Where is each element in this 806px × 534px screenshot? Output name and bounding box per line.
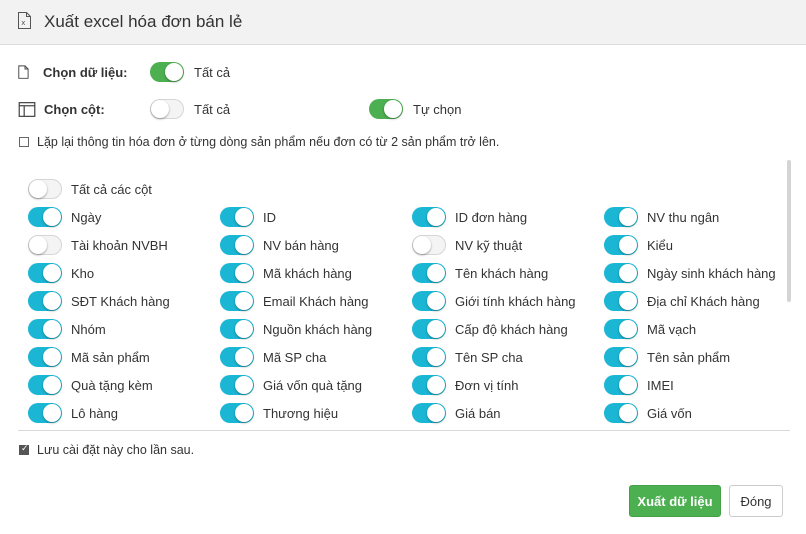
column-toggle-label: ID — [263, 210, 276, 225]
column-toggle[interactable] — [28, 347, 62, 367]
column-toggle[interactable] — [604, 319, 638, 339]
column-toggle-label: Mã sản phẩm — [71, 350, 150, 365]
column-toggle-label: NV thu ngân — [647, 210, 720, 225]
column-toggle-label: SĐT Khách hàng — [71, 294, 170, 309]
select-data-row: Chọn dữ liệu: — [18, 61, 128, 83]
column-toggle[interactable] — [604, 235, 638, 255]
svg-text:x: x — [21, 19, 25, 27]
select-columns-custom-toggle[interactable] — [369, 99, 403, 119]
column-toggle[interactable] — [412, 207, 446, 227]
columns-panel: Tất cả các cột Ngày ID ID đơn hàng NV thu n… — [18, 163, 790, 431]
save-settings-checkbox[interactable] — [19, 444, 29, 455]
column-toggle-label: Giá vốn quà tặng — [263, 378, 363, 393]
column-toggle-label: Kho — [71, 266, 95, 281]
column-toggle-label: Tên SP cha — [455, 350, 523, 365]
column-toggle[interactable] — [28, 375, 62, 395]
column-toggle-label: Lô hàng — [71, 406, 118, 421]
column-toggle-label: Tên khách hàng — [455, 266, 549, 281]
column-toggle-label: Nhóm — [71, 322, 106, 337]
select-data-label: Chọn dữ liệu: — [43, 64, 128, 80]
select-data-all-label: Tất cả — [194, 65, 231, 80]
column-toggle[interactable] — [220, 375, 254, 395]
document-icon — [18, 64, 29, 79]
column-toggle[interactable] — [412, 375, 446, 395]
save-settings-label: Lưu cài đặt này cho lần sau. — [37, 443, 195, 457]
column-toggle-label: Quà tặng kèm — [71, 378, 153, 393]
column-toggle[interactable] — [220, 319, 254, 339]
column-toggle-label: Ngày sinh khách hàng — [647, 266, 776, 281]
excel-file-icon: x — [18, 12, 31, 29]
column-toggle-label: Đơn vị tính — [455, 378, 519, 393]
all-columns-toggle[interactable] — [28, 179, 62, 199]
column-toggle[interactable] — [28, 263, 62, 283]
column-toggle[interactable] — [412, 319, 446, 339]
repeat-info-label: Lặp lại thông tin hóa đơn ở từng dòng sả… — [37, 135, 500, 149]
column-toggle[interactable] — [220, 403, 254, 423]
column-toggle-label: Kiểu — [647, 238, 674, 253]
column-toggle[interactable] — [604, 375, 638, 395]
column-toggle-label: Giới tính khách hàng — [455, 294, 576, 309]
column-toggle[interactable] — [28, 291, 62, 311]
select-columns-all-label: Tất cả — [194, 102, 231, 117]
column-toggle[interactable] — [412, 263, 446, 283]
dialog-title: Xuất excel hóa đơn bán lẻ — [44, 12, 243, 31]
column-toggle-label: Giá vốn — [647, 406, 692, 421]
dialog-header: x Xuất excel hóa đơn bán lẻ — [0, 0, 806, 45]
column-toggle[interactable] — [28, 235, 62, 255]
column-toggle[interactable] — [604, 291, 638, 311]
select-columns-row: Chọn cột: — [18, 98, 105, 120]
column-toggle[interactable] — [604, 263, 638, 283]
columns-scrollbar[interactable] — [787, 160, 791, 302]
column-toggle[interactable] — [28, 319, 62, 339]
column-toggle-label: Ngày — [71, 210, 102, 225]
column-toggle-label: Email Khách hàng — [263, 294, 369, 309]
column-toggle[interactable] — [412, 347, 446, 367]
column-toggle[interactable] — [28, 207, 62, 227]
column-toggle-label: NV kỹ thuật — [455, 238, 523, 253]
column-toggle-label: Mã khách hàng — [263, 266, 352, 281]
column-toggle[interactable] — [220, 347, 254, 367]
column-toggle[interactable] — [220, 291, 254, 311]
column-toggle[interactable] — [220, 263, 254, 283]
column-toggle[interactable] — [28, 403, 62, 423]
column-toggle-label: Giá bán — [455, 406, 501, 421]
column-toggle[interactable] — [604, 347, 638, 367]
column-toggle[interactable] — [412, 403, 446, 423]
select-columns-label: Chọn cột: — [44, 101, 105, 117]
repeat-info-checkbox[interactable] — [19, 137, 29, 147]
select-columns-custom-label: Tự chọn — [413, 102, 462, 117]
columns-icon — [18, 101, 36, 117]
column-toggle-label: Cấp độ khách hàng — [455, 322, 568, 337]
column-toggle[interactable] — [220, 235, 254, 255]
column-toggle-label: Tài khoản NVBH — [71, 238, 168, 253]
column-toggle-label: IMEI — [647, 378, 674, 393]
column-toggle[interactable] — [220, 207, 254, 227]
all-columns-label: Tất cả các cột — [71, 182, 152, 197]
column-toggle[interactable] — [604, 207, 638, 227]
column-toggle[interactable] — [412, 235, 446, 255]
column-toggle-label: Mã SP cha — [263, 350, 327, 365]
column-toggle-label: Tên sản phẩm — [647, 350, 731, 365]
column-toggle[interactable] — [604, 403, 638, 423]
column-toggle-label: Mã vạch — [647, 322, 697, 337]
column-toggle-label: Thương hiệu — [263, 406, 339, 421]
column-toggle[interactable] — [412, 291, 446, 311]
select-data-all-toggle[interactable] — [150, 62, 184, 82]
column-toggle-label: NV bán hàng — [263, 238, 339, 253]
export-data-button[interactable]: Xuất dữ liệu — [629, 485, 721, 517]
close-button[interactable]: Đóng — [729, 485, 783, 517]
column-toggle-label: Địa chỉ Khách hàng — [647, 294, 760, 309]
select-columns-all-toggle[interactable] — [150, 99, 184, 119]
column-toggle-label: Nguồn khách hàng — [263, 322, 373, 337]
column-toggle-label: ID đơn hàng — [455, 210, 528, 225]
